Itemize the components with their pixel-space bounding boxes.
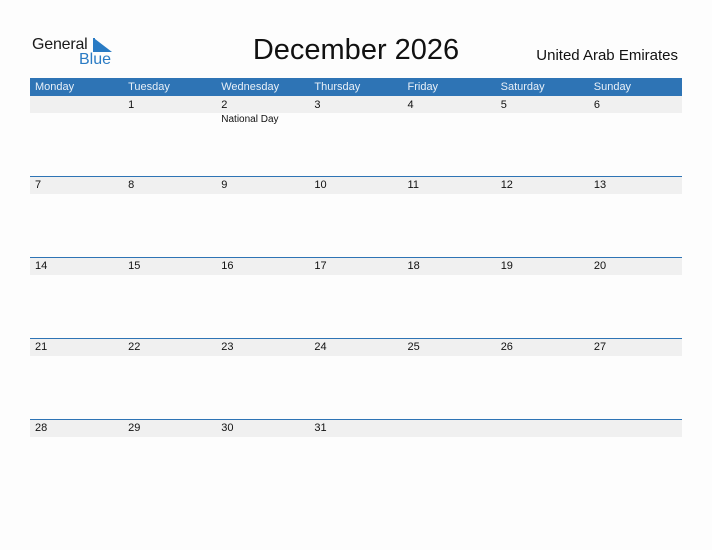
day-number: 1 [128,99,135,111]
day-number: 29 [128,422,141,434]
weekday-saturday: Saturday [500,81,545,93]
week-row: 14 15 16 17 18 19 20 [30,257,682,338]
day-number: 7 [35,179,42,191]
day-cell: 19 [496,257,589,338]
holiday-label: National Day [221,114,279,125]
day-number: 19 [500,260,513,272]
day-cell: 3 [309,96,402,177]
country-label: United Arab Emirates [536,47,678,64]
weekday-wednesday: Wednesday [221,81,280,93]
day-cell [30,96,123,177]
week-row: 28 29 30 31 [30,419,682,500]
day-cell [403,419,496,500]
day-number: 23 [221,341,234,353]
day-cell: 20 [589,257,682,338]
day-number: 6 [593,99,600,111]
day-cell: 8 [123,176,216,257]
day-cell: 11 [403,176,496,257]
day-number: 5 [500,99,507,111]
day-number: 27 [593,341,607,353]
week-row: 7 8 9 10 11 12 13 [30,176,682,257]
day-cell: 17 [309,257,402,338]
day-cell [589,419,682,500]
day-number: 12 [500,179,513,191]
day-cell: 23 [216,338,309,419]
day-cell: 12 [496,176,589,257]
day-number: 16 [221,260,234,272]
day-cell: 22 [123,338,216,419]
day-number: 3 [314,99,321,111]
day-number: 21 [35,341,48,353]
week-row: 21 22 23 24 25 26 27 [30,338,682,419]
day-cell: 14 [30,257,123,338]
day-cell: 28 [30,419,123,500]
day-cell: 31 [309,419,402,500]
day-number: 10 [314,179,327,191]
day-number: 15 [128,260,141,272]
weekday-thursday: Thursday [314,81,361,93]
day-number: 22 [128,341,141,353]
day-number: 2 [221,99,228,111]
day-number: 14 [35,260,48,272]
day-cell: 6 [589,96,682,177]
day-cell: 7 [30,176,123,257]
day-number: 25 [407,341,420,353]
weekday-header: Monday Tuesday Wednesday Thursday Friday… [30,78,682,96]
weekday-friday: Friday [407,81,439,93]
day-cell: 18 [403,257,496,338]
day-number: 18 [407,260,420,272]
day-number: 11 [407,179,419,191]
day-number: 30 [221,422,234,434]
day-number: 13 [593,179,607,191]
day-number: 31 [314,422,327,434]
weekday-tuesday: Tuesday [128,81,170,93]
day-cell: 13 [589,176,682,257]
day-number: 26 [500,341,513,353]
day-cell: 24 [309,338,402,419]
day-cell: 27 [589,338,682,419]
day-cell [496,419,589,500]
day-cell: 4 [403,96,496,177]
day-cell: 5 [496,96,589,177]
day-cell: 16 [216,257,309,338]
day-cell: 9 [216,176,309,257]
day-cell: 29 [123,419,216,500]
day-number: 17 [314,260,327,272]
day-number: 4 [407,99,414,111]
day-number: 20 [593,260,607,272]
day-cell: 2 National Day [216,96,309,177]
day-number: 8 [128,179,135,191]
weekday-monday: Monday [35,81,75,93]
weekday-sunday: Sunday [593,81,632,93]
week-row: 1 2 National Day 3 4 5 6 [30,96,682,177]
day-cell: 26 [496,338,589,419]
day-cell: 10 [309,176,402,257]
day-number: 9 [221,179,228,191]
day-number: 24 [314,341,327,353]
day-cell: 30 [216,419,309,500]
day-cell: 15 [123,257,216,338]
day-cell: 25 [403,338,496,419]
day-number: 28 [35,422,48,434]
day-cell: 21 [30,338,123,419]
day-cell: 1 [123,96,216,177]
